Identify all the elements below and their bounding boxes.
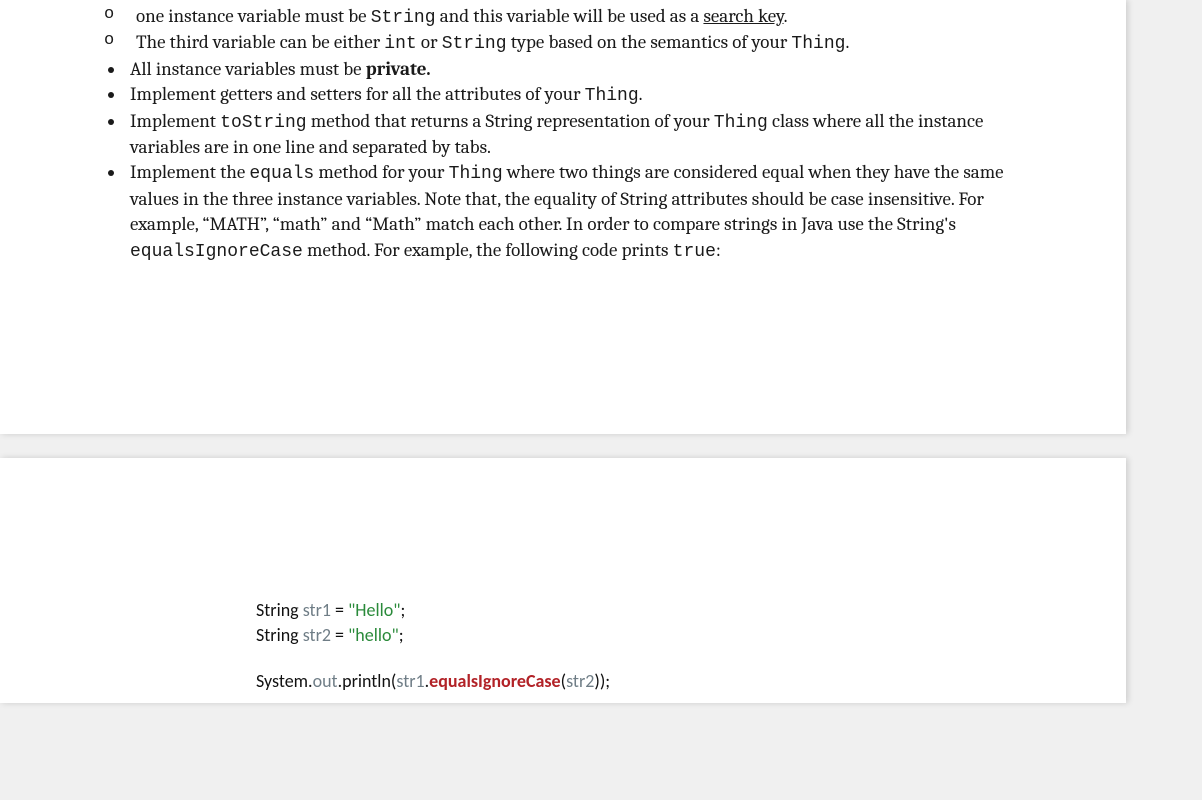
code-inline: equals [249,164,314,184]
code-variable: str2 [303,624,331,646]
code-inline: Thing [714,113,768,133]
code-inline: Thing [791,34,845,54]
code-blank-line [256,647,1056,669]
code-line: System.out.println(str1.equalsIgnoreCase… [256,669,1056,693]
code-variable: str1 [396,670,424,692]
bold-text: private. [366,58,431,80]
text: . [784,5,788,27]
text: The third variable can be either [136,31,384,53]
code-inline: equalsIgnoreCase [130,242,303,262]
text: Implement getters and setters for all th… [130,83,585,105]
code-inline: Thing [585,86,639,106]
code-punct: )); [594,670,610,692]
text: method for your [314,161,448,183]
bullet-item: Implement toString method that returns a… [126,109,1056,161]
text: type based on the semantics of your [507,31,792,53]
code-keyword: String [256,599,303,621]
text: method that returns a String representat… [307,110,714,132]
text: All instance variables must be [130,58,366,80]
sub-bullet-item: one instance variable must be String and… [100,4,1056,30]
code-inline: String [442,34,507,54]
code-string: "hello" [348,624,399,646]
code-inline: Thing [449,164,503,184]
text: Implement the [130,161,249,183]
bullet-item: Implement the equals method for your Thi… [126,160,1056,264]
text: and this variable will be used as a [436,5,704,27]
document-page-1: one instance variable must be String and… [0,0,1126,434]
code-variable: str2 [566,670,594,692]
code-operator: = [331,599,348,621]
code-method: println( [342,670,396,692]
text: one instance variable must be [136,5,371,27]
text: . [639,83,643,105]
code-keyword: String [256,624,303,646]
code-punct: ; [399,624,404,646]
code-method-bold: equalsIgnoreCase [429,670,560,692]
code-line: String str1 = "Hello"; [256,598,1056,622]
code-variable: str1 [303,599,331,621]
code-operator: = [331,624,348,646]
document-page-2: String str1 = "Hello"; String str2 = "he… [0,458,1126,703]
underlined-text: search key [703,5,783,27]
code-line: String str2 = "hello"; [256,623,1056,647]
bullet-item: All instance variables must be private. [126,57,1056,83]
code-inline: toString [220,113,306,133]
text: : [716,239,721,261]
sub-bullet-list: one instance variable must be String and… [100,4,1056,57]
code-class: System [256,670,308,692]
bullet-list: All instance variables must be private. … [70,57,1056,265]
code-field: out [313,670,338,692]
code-inline: String [371,8,436,28]
text: or [417,31,442,53]
bullet-item: Implement getters and setters for all th… [126,82,1056,108]
text: Implement [130,110,220,132]
sub-bullet-item: The third variable can be either int or … [100,30,1056,56]
code-inline: true [673,242,716,262]
code-inline: int [384,34,416,54]
code-block: String str1 = "Hello"; String str2 = "he… [256,598,1056,693]
text: method. For example, the following code … [303,239,673,261]
code-punct: ; [400,599,405,621]
text: . [845,31,849,53]
code-string: "Hello" [348,599,400,621]
